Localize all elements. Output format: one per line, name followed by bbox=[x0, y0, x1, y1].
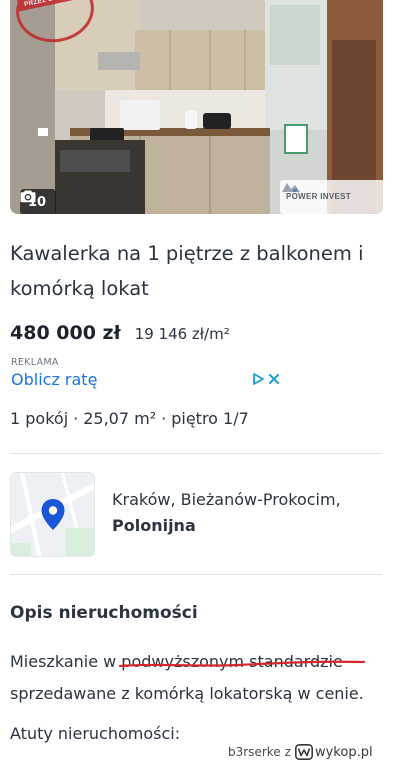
photo-count-badge[interactable]: 10 bbox=[20, 189, 57, 214]
property-details: 1 pokój · 25,07 m² · piętro 1/7 bbox=[10, 409, 249, 428]
description-text: Mieszkanie w podwyższonym standardzie sp… bbox=[10, 652, 364, 703]
location-street[interactable]: Polonijna bbox=[112, 516, 196, 535]
divider bbox=[10, 453, 382, 454]
recommended-badge: POLECANE PRZEZ BIURO bbox=[15, 0, 90, 12]
watermark-connector: z bbox=[284, 745, 291, 759]
close-ad-icon[interactable] bbox=[267, 372, 281, 386]
ad-label: REKLAMA bbox=[11, 357, 59, 368]
ad-choices[interactable] bbox=[251, 372, 281, 386]
wykop-logo-icon bbox=[294, 744, 313, 760]
agency-watermark: POWER INVEST bbox=[280, 180, 383, 214]
rooms: 1 pokój bbox=[10, 409, 69, 428]
wykop-logo: wykop.pl bbox=[294, 744, 373, 760]
advantages-heading: Atuty nieruchomości: bbox=[10, 724, 181, 743]
map-thumbnail[interactable] bbox=[10, 472, 95, 557]
divider bbox=[10, 574, 382, 575]
area: 25,07 m² bbox=[83, 409, 157, 428]
description-heading: Opis nieruchomości bbox=[10, 603, 198, 623]
camera-icon bbox=[20, 190, 36, 203]
price-per-sqm: 19 146 zł/m² bbox=[134, 325, 230, 343]
watermark-username: b3rserke bbox=[228, 745, 281, 759]
listing-title: Kawalerka na 1 piętrze z balkonem i komó… bbox=[10, 242, 364, 300]
price-row: 480 000 zł 19 146 zł/m² bbox=[10, 322, 230, 344]
wykop-watermark: b3rserke z wykop.pl bbox=[228, 741, 400, 763]
agency-logo-icon bbox=[282, 183, 300, 192]
separator-dot: · bbox=[73, 409, 79, 428]
map-illustration bbox=[11, 473, 94, 556]
red-underline-annotation bbox=[118, 660, 366, 668]
location-city-district[interactable]: Kraków, Bieżanów-Prokocim, bbox=[112, 490, 341, 509]
adchoices-icon[interactable] bbox=[251, 372, 265, 386]
price: 480 000 zł bbox=[10, 322, 121, 344]
floor: piętro 1/7 bbox=[171, 409, 249, 428]
calculate-installment-link[interactable]: Oblicz ratę bbox=[11, 370, 97, 389]
separator-dot: · bbox=[161, 409, 167, 428]
wykop-site-name: wykop.pl bbox=[314, 744, 373, 760]
listing-photo[interactable]: POLECANE PRZEZ BIURO 10 POWER INVEST bbox=[10, 0, 383, 214]
